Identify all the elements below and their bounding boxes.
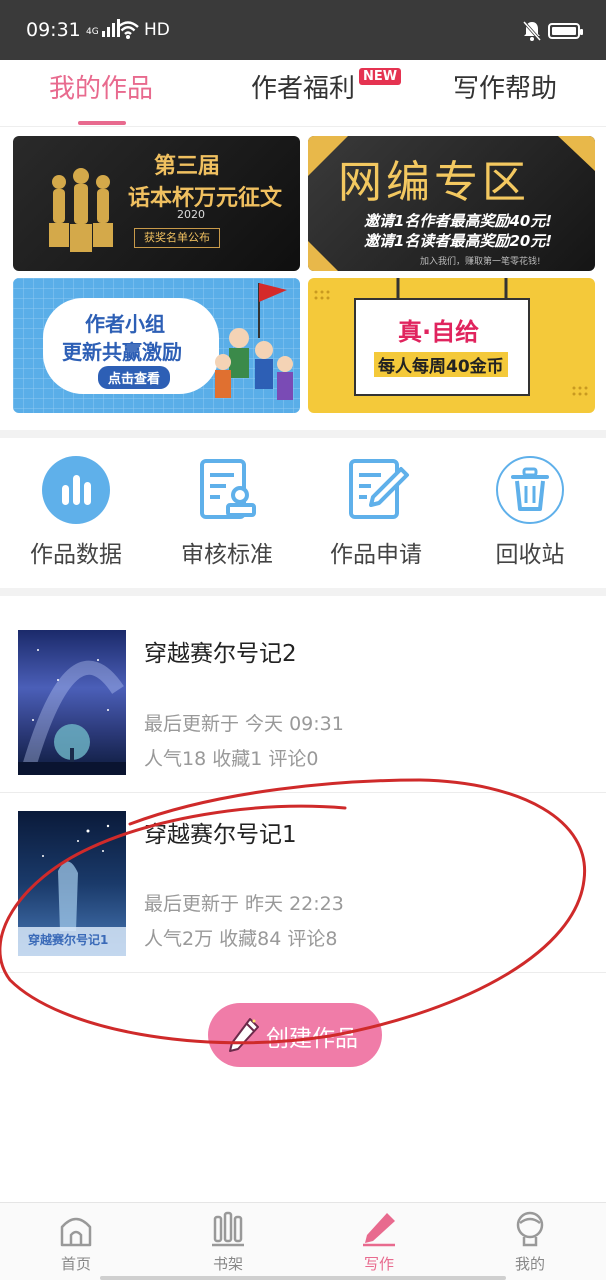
banner-2-title: 网编专区 [338,157,530,208]
nav-home-label: 首页 [60,1255,91,1273]
bell-muted-icon [522,21,542,41]
action-work-apply[interactable]: 作品申请 [316,455,436,569]
list-divider [0,972,606,973]
wifi-icon [117,21,139,39]
status-time: 09:31 [26,19,81,41]
people-illustration-icon [215,283,293,400]
banner-2-line1: 邀请1名作者最高奖励40元! [364,212,553,230]
banner-essay-contest[interactable]: 第三届 话本杯万元征文 2020 获奖名单公布 [13,136,300,271]
banner-1-winners-button: 获奖名单公布 [134,228,220,248]
action-work-apply-label: 作品申请 [330,542,422,568]
galaxy-tree-illustration [18,649,126,775]
nav-profile-label: 我的 [514,1255,545,1273]
work-updated: 最后更新于 今天 09:31 [144,713,344,735]
action-work-data-label: 作品数据 [30,542,122,568]
work-title: 穿越赛尔号记1 [144,822,297,848]
work-stats: 人气18 收藏1 评论0 [144,748,319,770]
tab-my-works[interactable]: 我的作品 [49,68,153,105]
banner-3-line2: 更新共赢激励 [62,340,182,364]
work-stats: 人气2万 收藏84 评论8 [144,928,338,950]
banner-editor-zone[interactable]: 网编专区 邀请1名作者最高奖励40元! 邀请1名读者最高奖励20元! 加入我们，… [308,136,595,271]
banner-1-title-line2: 话本杯万元征文 [128,185,283,211]
banner-4-line2: 每人每周40金币 [374,352,508,377]
network-type: 4G [86,27,99,37]
trash-icon [496,456,564,524]
bottom-nav: 首页 书架 写作 我的 [0,1202,606,1280]
banner-3-view-button: 点击查看 [98,366,171,389]
banner-1-year: 2020 [177,208,205,221]
active-tab-indicator [78,121,126,125]
work-cover-image: 穿越赛尔号记1 [18,811,126,956]
pen-icon [363,1213,395,1247]
profile-icon [516,1211,544,1247]
nav-profile[interactable]: 我的 [490,1211,570,1274]
create-work-label: 创建作品 [266,1026,358,1052]
banner-2-line2: 邀请1名读者最高奖励20元! [364,232,553,250]
edit-document-icon [349,459,409,519]
banner-2-footer: 加入我们，赚取第一笔零花钱! [420,257,541,267]
work-item[interactable]: 穿越赛尔号记2 最后更新于 今天 09:31 人气18 收藏1 评论0 [0,614,606,792]
cellular-signal-icon: 4G [86,19,120,37]
nav-bookshelf[interactable]: 书架 [188,1211,268,1274]
trophy-icon [49,168,113,252]
section-divider [0,588,606,596]
banner-3-line1: 作者小组 [85,312,165,336]
banner-4-line1: 真·自给 [398,318,480,346]
bookshelf-icon [212,1211,244,1247]
action-review-standards-label: 审核标准 [181,542,273,568]
work-title: 穿越赛尔号记2 [144,641,297,667]
hd-indicator: HD [144,20,170,40]
work-updated: 最后更新于 昨天 22:23 [144,893,344,915]
review-document-icon [200,459,256,519]
work-cover-text: 穿越赛尔号记1 [28,933,109,947]
tab-writing-help[interactable]: 写作帮助 [453,68,557,105]
work-item[interactable]: 穿越赛尔号记1 穿越赛尔号记1 最后更新于 昨天 22:23 人气2万 收藏84… [0,793,606,971]
action-work-data[interactable]: 作品数据 [16,455,136,569]
home-indicator-bar [100,1276,506,1280]
action-recycle-bin[interactable]: 回收站 [470,455,590,569]
banner-self-reward[interactable]: 真·自给 每人每周40金币 [308,278,595,413]
create-work-button[interactable]: 创建作品 [208,1003,382,1067]
top-tabs: 我的作品 作者福利 写作帮助 [0,60,606,127]
battery-icon [548,23,583,39]
action-review-standards[interactable]: 审核标准 [167,455,287,569]
nav-home[interactable]: 首页 [36,1211,116,1274]
pencil-icon [229,1018,259,1052]
nav-bookshelf-label: 书架 [212,1255,243,1273]
nav-write[interactable]: 写作 [339,1211,419,1274]
new-badge: NEW [359,68,402,85]
home-icon [60,1217,92,1247]
nav-write-label: 写作 [363,1255,394,1273]
section-divider [0,430,606,438]
tab-author-welfare[interactable]: 作者福利 [251,68,355,105]
action-recycle-bin-label: 回收站 [495,542,565,568]
banner-1-title-line1: 第三届 [154,153,221,179]
banner-author-group[interactable]: 作者小组 更新共赢激励 点击查看 [13,278,300,413]
work-cover-image [18,630,126,775]
bar-chart-icon [42,456,110,524]
status-bar: 09:31 4G HD [0,0,606,60]
